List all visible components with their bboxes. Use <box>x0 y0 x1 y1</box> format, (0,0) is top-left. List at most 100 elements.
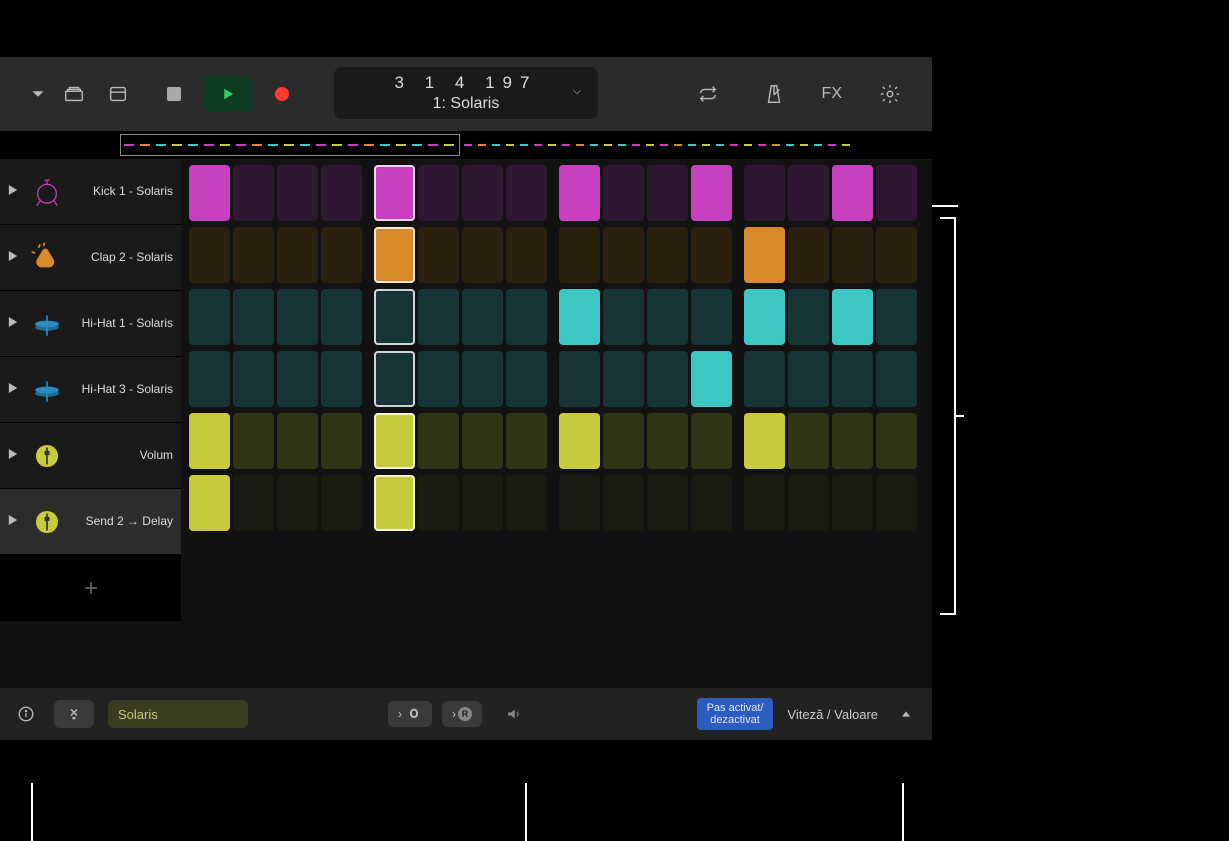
step-cell[interactable] <box>462 351 503 407</box>
step-cell[interactable] <box>559 289 600 345</box>
step-cell[interactable] <box>462 475 503 531</box>
step-cell[interactable] <box>506 413 547 469</box>
pattern-name-field[interactable]: Solaris <box>108 700 248 728</box>
step-cell[interactable] <box>418 475 459 531</box>
track-header[interactable]: Clap 2 - Solaris <box>0 225 181 291</box>
step-cell[interactable] <box>603 413 644 469</box>
step-cell[interactable] <box>788 227 829 283</box>
step-cell[interactable] <box>832 227 873 283</box>
step-cell[interactable] <box>233 475 274 531</box>
menu-dropdown-button[interactable] <box>20 76 56 112</box>
step-cell[interactable] <box>418 227 459 283</box>
step-cell[interactable] <box>321 227 362 283</box>
track-header[interactable]: Send 2 → Delay <box>0 489 181 555</box>
step-cell[interactable] <box>233 351 274 407</box>
step-cell[interactable] <box>233 413 274 469</box>
step-cell[interactable] <box>788 289 829 345</box>
step-cell[interactable] <box>691 475 732 531</box>
step-cell[interactable] <box>876 165 917 221</box>
step-cell[interactable] <box>233 165 274 221</box>
step-cell[interactable] <box>321 413 362 469</box>
step-cell[interactable] <box>462 289 503 345</box>
step-cell[interactable] <box>832 351 873 407</box>
velocity-value-button[interactable]: Viteză / Valoare <box>787 707 878 722</box>
step-cell[interactable] <box>418 413 459 469</box>
chevron-down-icon[interactable] <box>570 85 584 104</box>
step-cell[interactable] <box>788 413 829 469</box>
step-cell[interactable] <box>832 413 873 469</box>
track-play-button[interactable] <box>8 447 18 465</box>
stop-button[interactable] <box>156 76 192 112</box>
close-button[interactable] <box>54 700 94 728</box>
step-cell[interactable] <box>603 289 644 345</box>
step-cell[interactable] <box>321 165 362 221</box>
step-cell[interactable] <box>876 227 917 283</box>
step-cell[interactable] <box>506 165 547 221</box>
step-cell[interactable] <box>744 165 785 221</box>
step-cell[interactable] <box>559 165 600 221</box>
play-button[interactable] <box>204 76 252 112</box>
add-track-button[interactable] <box>0 555 181 621</box>
step-cell[interactable] <box>788 351 829 407</box>
step-cell[interactable] <box>506 227 547 283</box>
step-cell[interactable] <box>277 227 318 283</box>
step-cell[interactable] <box>189 227 230 283</box>
step-cell[interactable] <box>374 227 415 283</box>
step-cell[interactable] <box>277 165 318 221</box>
step-cell[interactable] <box>832 165 873 221</box>
step-cell[interactable] <box>462 227 503 283</box>
step-cell[interactable] <box>189 351 230 407</box>
step-cell[interactable] <box>876 475 917 531</box>
step-cell[interactable] <box>603 227 644 283</box>
step-cell[interactable] <box>418 351 459 407</box>
step-toggle-button[interactable]: Pas activat/ dezactivat <box>697 698 774 730</box>
step-cell[interactable] <box>603 351 644 407</box>
step-cell[interactable] <box>189 165 230 221</box>
volume-icon[interactable] <box>500 700 528 728</box>
info-button[interactable] <box>12 700 40 728</box>
step-cell[interactable] <box>418 289 459 345</box>
step-cell[interactable] <box>233 289 274 345</box>
step-cell[interactable] <box>832 475 873 531</box>
step-cell[interactable] <box>744 227 785 283</box>
step-cell[interactable] <box>559 475 600 531</box>
step-cell[interactable] <box>647 351 688 407</box>
step-cell[interactable] <box>321 475 362 531</box>
step-cell[interactable] <box>277 289 318 345</box>
midi-r-button[interactable]: › R <box>442 701 482 727</box>
step-cell[interactable] <box>691 289 732 345</box>
step-cell[interactable] <box>744 351 785 407</box>
step-cell[interactable] <box>462 413 503 469</box>
step-cell[interactable] <box>321 351 362 407</box>
step-cell[interactable] <box>506 475 547 531</box>
step-cell[interactable] <box>744 475 785 531</box>
step-cell[interactable] <box>418 165 459 221</box>
step-cell[interactable] <box>277 351 318 407</box>
metronome-button[interactable] <box>756 76 792 112</box>
step-cell[interactable] <box>189 475 230 531</box>
step-cell[interactable] <box>277 475 318 531</box>
step-cell[interactable] <box>691 165 732 221</box>
step-cell[interactable] <box>603 475 644 531</box>
step-cell[interactable] <box>374 475 415 531</box>
step-cell[interactable] <box>691 413 732 469</box>
step-cell[interactable] <box>788 165 829 221</box>
library-button[interactable] <box>56 76 92 112</box>
step-cell[interactable] <box>691 227 732 283</box>
step-cell[interactable] <box>321 289 362 345</box>
track-play-button[interactable] <box>8 513 18 531</box>
step-cell[interactable] <box>647 289 688 345</box>
step-cell[interactable] <box>233 227 274 283</box>
step-cell[interactable] <box>506 289 547 345</box>
step-cell[interactable] <box>876 351 917 407</box>
track-header[interactable]: Hi-Hat 3 - Solaris <box>0 357 181 423</box>
step-cell[interactable] <box>832 289 873 345</box>
track-header[interactable]: Volum <box>0 423 181 489</box>
step-cell[interactable] <box>691 351 732 407</box>
step-cell[interactable] <box>277 413 318 469</box>
midi-learn-button[interactable]: › <box>388 701 432 727</box>
step-cell[interactable] <box>374 289 415 345</box>
track-play-button[interactable] <box>8 249 18 267</box>
step-cell[interactable] <box>744 289 785 345</box>
step-cell[interactable] <box>559 227 600 283</box>
